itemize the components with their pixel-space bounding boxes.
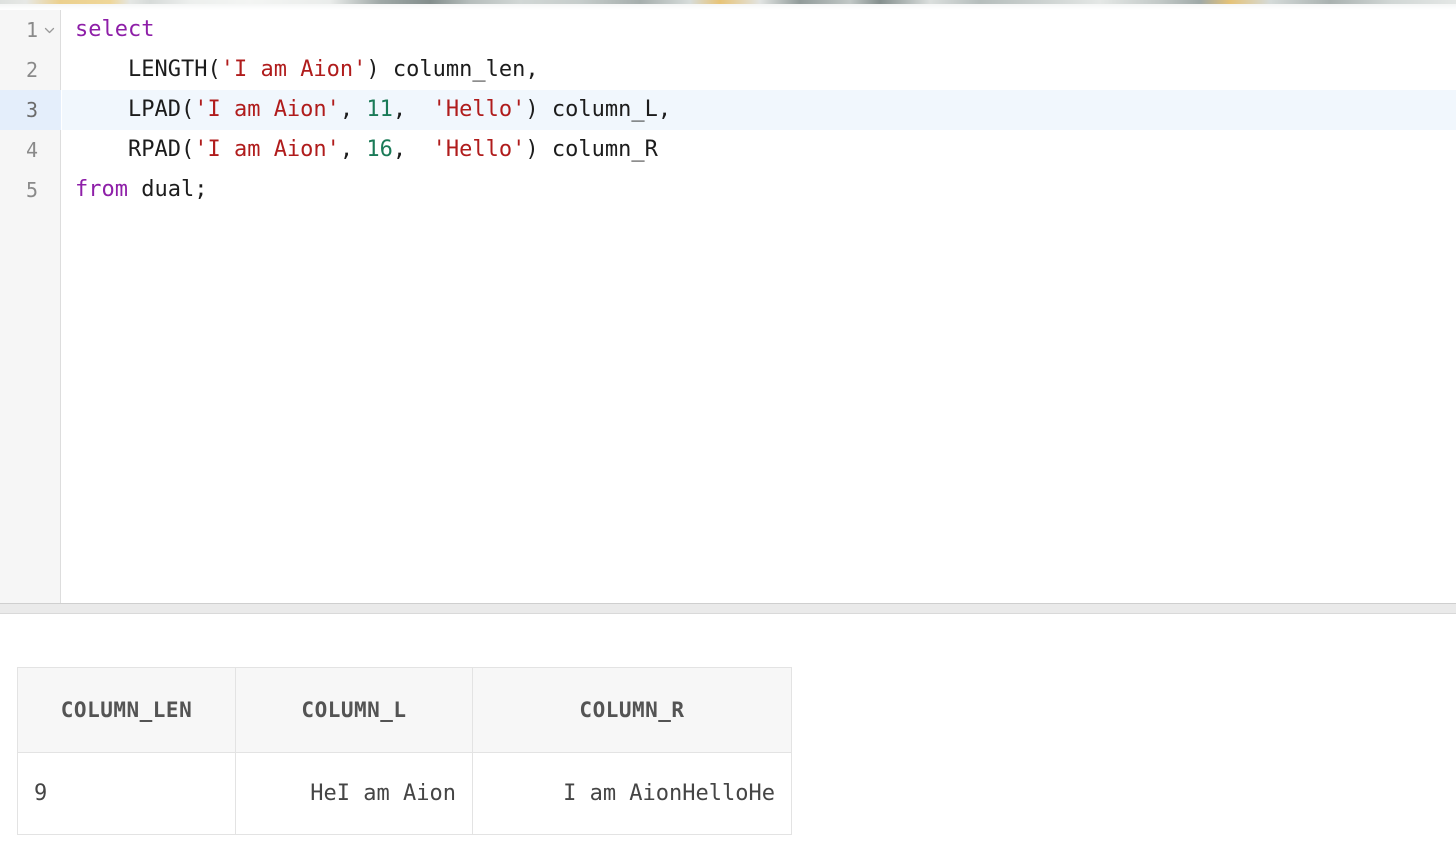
code-line-text-1: select [75, 10, 154, 50]
token-fn: RPAD [128, 137, 181, 162]
token-str: 'I am Aion' [194, 137, 340, 162]
sql-editor-window: 1select2 LENGTH('I am Aion') column_len,… [0, 0, 1456, 852]
editor-line-3[interactable]: 3 LPAD('I am Aion', 11, 'Hello') column_… [0, 90, 1456, 130]
results-table[interactable]: COLUMN_LEN COLUMN_L COLUMN_R 9 HeI am Ai… [17, 667, 792, 835]
token-pn: , [340, 97, 367, 122]
token-pn: ( [207, 57, 220, 82]
table-header-row: COLUMN_LEN COLUMN_L COLUMN_R [18, 668, 792, 753]
table-row[interactable]: 9 HeI am Aion I am AionHelloHe [18, 753, 792, 835]
token-pn [75, 57, 128, 82]
column-header-column-r[interactable]: COLUMN_R [473, 668, 792, 753]
sql-editor-pane[interactable]: 1select2 LENGTH('I am Aion') column_len,… [0, 10, 1456, 603]
token-pn: , [393, 97, 433, 122]
code-line-text-4: RPAD('I am Aion', 16, 'Hello') column_R [75, 130, 658, 170]
token-str: 'I am Aion' [194, 97, 340, 122]
token-id: column_len, [380, 57, 539, 82]
line-number-5[interactable]: 5 [0, 170, 38, 210]
token-id: column_R [539, 137, 658, 162]
editor-line-1[interactable]: 1 select [0, 10, 1456, 50]
token-str: 'Hello' [433, 97, 526, 122]
token-id: dual; [128, 177, 207, 202]
cell-column-r[interactable]: I am AionHelloHe [473, 753, 792, 835]
query-results-pane[interactable]: COLUMN_LEN COLUMN_L COLUMN_R 9 HeI am Ai… [0, 614, 1456, 852]
token-num: 16 [366, 137, 393, 162]
token-pn: ) [525, 97, 538, 122]
code-line-text-3: LPAD('I am Aion', 11, 'Hello') column_L, [75, 90, 671, 130]
token-pn [75, 137, 128, 162]
line-number-1[interactable]: 1 [0, 10, 38, 50]
token-pn: ) [366, 57, 379, 82]
token-id: column_L, [539, 97, 671, 122]
token-pn: , [393, 137, 433, 162]
cell-column-l[interactable]: HeI am Aion [236, 753, 473, 835]
token-fn: LPAD [128, 97, 181, 122]
editor-line-5[interactable]: 5 from dual; [0, 170, 1456, 210]
token-pn: , [340, 137, 367, 162]
code-line-text-2: LENGTH('I am Aion') column_len, [75, 50, 539, 90]
line-number-4[interactable]: 4 [0, 130, 38, 170]
token-str: 'Hello' [433, 137, 526, 162]
token-pn: ( [181, 137, 194, 162]
line-number-2[interactable]: 2 [0, 50, 38, 90]
token-kw: select [75, 17, 154, 42]
token-str: 'I am Aion' [221, 57, 367, 82]
token-kw: from [75, 177, 128, 202]
token-pn [75, 97, 128, 122]
cell-column-len[interactable]: 9 [18, 753, 236, 835]
column-header-column-l[interactable]: COLUMN_L [236, 668, 473, 753]
pane-splitter[interactable] [0, 603, 1456, 614]
editor-line-2[interactable]: 2 LENGTH('I am Aion') column_len, [0, 50, 1456, 90]
line-number-3[interactable]: 3 [0, 90, 38, 130]
chevron-down-icon[interactable] [42, 10, 56, 50]
editor-line-4[interactable]: 4 RPAD('I am Aion', 16, 'Hello') column_… [0, 130, 1456, 170]
token-num: 11 [366, 97, 393, 122]
code-line-text-5: from dual; [75, 170, 207, 210]
token-fn: LENGTH [128, 57, 207, 82]
column-header-column-len[interactable]: COLUMN_LEN [18, 668, 236, 753]
token-pn: ( [181, 97, 194, 122]
token-pn: ) [525, 137, 538, 162]
